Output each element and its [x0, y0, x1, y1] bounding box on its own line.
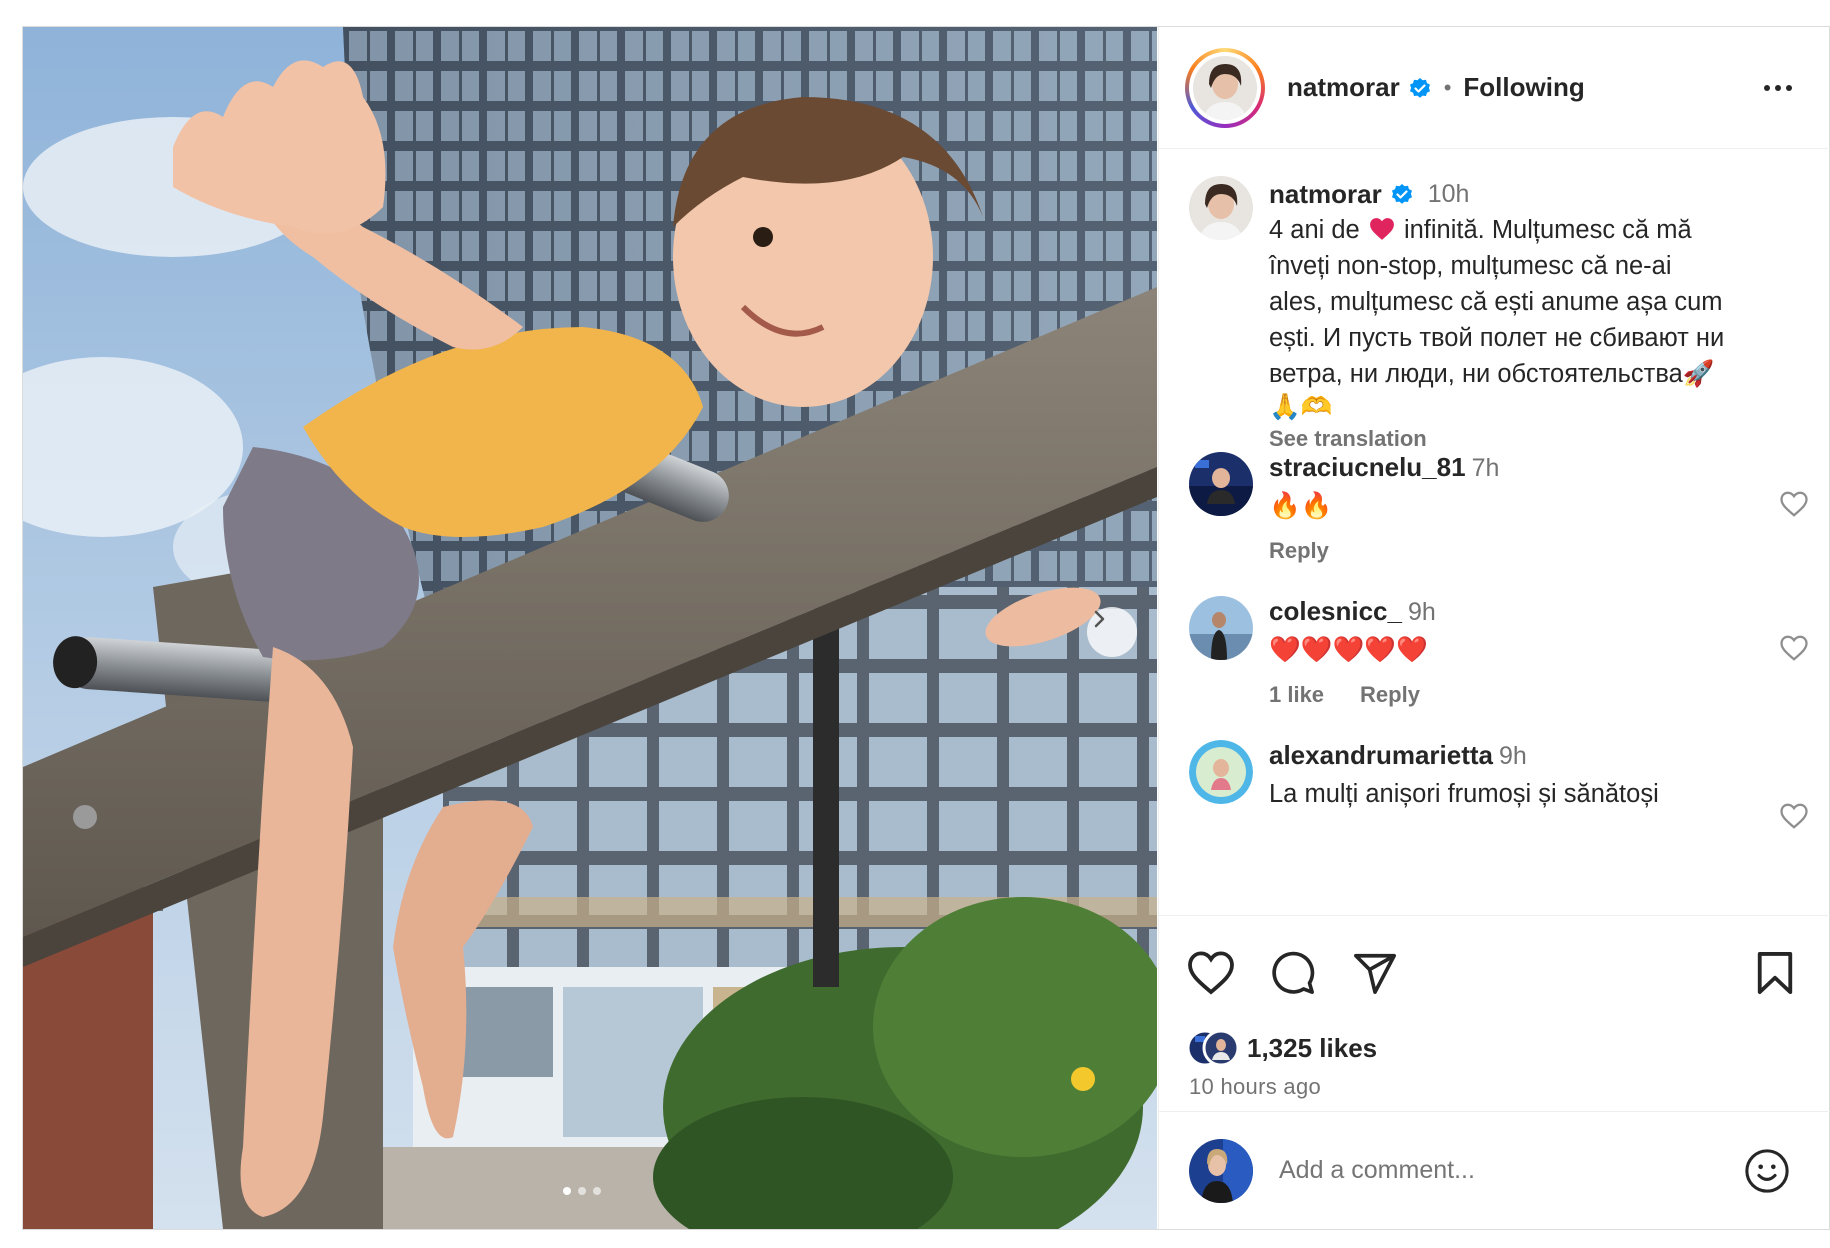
- commenter-avatar[interactable]: [1189, 596, 1253, 660]
- verified-badge-icon: [1391, 184, 1412, 204]
- caption-line: infinită. Mulțumesc că mă: [1403, 216, 1692, 244]
- author-avatar: [1193, 55, 1257, 120]
- smiley-icon[interactable]: [1744, 1148, 1790, 1194]
- comment-text: 🔥🔥: [1269, 492, 1333, 520]
- comment-username[interactable]: straciucnelu_81: [1269, 452, 1466, 482]
- liker-avatars: [1189, 1029, 1237, 1067]
- caption-text: 4 ani de infinită. Mulțumesc că mă înveț…: [1269, 212, 1779, 422]
- more-options-button[interactable]: [1764, 85, 1792, 91]
- caption-line: ветра, ни люди, ни обстоятельства🚀: [1269, 360, 1715, 388]
- post-actions: 1,325 likes 10 hours ago: [1159, 915, 1830, 1111]
- author-username[interactable]: natmorar: [1287, 72, 1400, 103]
- comment-time[interactable]: 7h: [1472, 454, 1500, 482]
- likes-count[interactable]: 1,325 likes: [1247, 1033, 1377, 1064]
- carousel-dot: [563, 1187, 571, 1195]
- likes-summary[interactable]: 1,325 likes: [1189, 1028, 1377, 1068]
- post-dialog: natmorar • Following natmorar 10h 4 ani …: [22, 26, 1830, 1230]
- author-avatar[interactable]: [1189, 176, 1253, 240]
- verified-badge-icon: [1409, 77, 1430, 98]
- post-side-panel: natmorar • Following natmorar 10h 4 ani …: [1158, 27, 1830, 1229]
- post-media[interactable]: [23, 27, 1157, 1229]
- carousel-dots: [563, 1187, 601, 1195]
- header-separator: •: [1443, 74, 1452, 100]
- comment-item: straciucnelu_81 7h 🔥🔥 Reply: [1189, 452, 1809, 572]
- following-button[interactable]: Following: [1463, 72, 1584, 103]
- caption-line: înveți non-stop, mulțumesc că ne-ai: [1269, 252, 1672, 280]
- dot-icon: [1786, 85, 1792, 91]
- next-slide-button[interactable]: [1087, 607, 1137, 657]
- comment-username[interactable]: alexandrumarietta: [1269, 740, 1493, 770]
- comment-time[interactable]: 9h: [1408, 598, 1436, 626]
- red-heart-icon: [1369, 218, 1394, 240]
- post-header: natmorar • Following: [1159, 27, 1830, 149]
- story-ring[interactable]: [1185, 47, 1265, 128]
- comment-reply-button[interactable]: Reply: [1360, 682, 1420, 708]
- chevron-right-icon: [1094, 610, 1105, 628]
- caption-line: 🙏🫶: [1269, 393, 1333, 421]
- paper-plane-icon[interactable]: [1351, 950, 1399, 996]
- heart-outline-icon[interactable]: [1187, 950, 1235, 996]
- comments-list[interactable]: natmorar 10h 4 ani de infinită. Mulțumes…: [1159, 150, 1830, 915]
- comment-text: La mulți anișori frumoși și sănătoși: [1269, 780, 1659, 808]
- current-user-avatar: [1189, 1138, 1253, 1203]
- comment-time[interactable]: 9h: [1499, 742, 1527, 770]
- comment-username[interactable]: colesnicc_: [1269, 596, 1402, 626]
- carousel-dot: [593, 1187, 601, 1195]
- add-comment-input[interactable]: [1279, 1156, 1719, 1185]
- comment-item: colesnicc_ 9h ❤️❤️❤️❤️❤️ 1 like Reply: [1189, 596, 1809, 716]
- caption-line: ales, mulțumesc că ești anume așa cum: [1269, 288, 1723, 316]
- like-comment-icon[interactable]: [1779, 802, 1809, 830]
- comment-text: ❤️❤️❤️❤️❤️: [1269, 636, 1428, 664]
- speech-bubble-icon[interactable]: [1269, 950, 1317, 996]
- dot-icon: [1764, 85, 1770, 91]
- commenter-avatar[interactable]: [1189, 452, 1253, 516]
- caption-line: ești. И пусть твой полет не сбивают ни: [1269, 324, 1725, 352]
- see-translation-link[interactable]: See translation: [1269, 426, 1779, 452]
- caption-username[interactable]: natmorar: [1269, 179, 1382, 210]
- bookmark-icon[interactable]: [1754, 950, 1796, 996]
- caption-line: 4 ani de: [1269, 216, 1360, 244]
- post-timestamp[interactable]: 10 hours ago: [1189, 1074, 1321, 1100]
- dot-icon: [1775, 85, 1781, 91]
- carousel-dot: [578, 1187, 586, 1195]
- commenter-avatar[interactable]: [1189, 740, 1253, 804]
- like-comment-icon[interactable]: [1779, 490, 1809, 518]
- caption-time[interactable]: 10h: [1428, 180, 1470, 209]
- comment-composer: [1159, 1111, 1830, 1229]
- post-photo: [23, 27, 1157, 1229]
- like-comment-icon[interactable]: [1779, 634, 1809, 662]
- comment-likes-count[interactable]: 1 like: [1269, 682, 1324, 708]
- comment-item: alexandrumarietta 9h La mulți anișori fru…: [1189, 740, 1809, 860]
- comment-reply-button[interactable]: Reply: [1269, 538, 1329, 564]
